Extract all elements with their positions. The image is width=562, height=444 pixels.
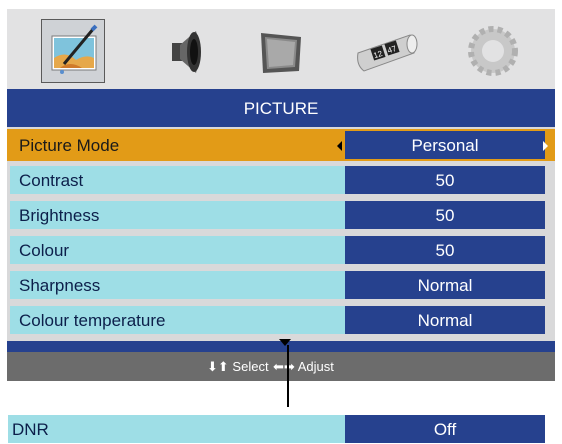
row-label: Sharpness xyxy=(10,271,345,299)
adjust-hint-label: Adjust xyxy=(297,359,334,374)
connector-line xyxy=(287,345,289,407)
scroll-down-icon[interactable] xyxy=(279,339,291,346)
menu-row-contrast[interactable]: Contrast 50 xyxy=(7,164,555,196)
row-value[interactable]: 50 xyxy=(345,236,545,264)
row-label: Brightness xyxy=(10,201,345,229)
arrow-left-right-icon: ⬅➡ xyxy=(273,359,295,374)
osd-menu: 12 47 PICTURE Picture Mode Personal Cont… xyxy=(7,9,555,381)
row-label: Picture Mode xyxy=(10,131,345,159)
row-value[interactable]: 50 xyxy=(345,166,545,194)
clock-icon: 12 47 xyxy=(357,34,418,72)
select-hint-label: Select xyxy=(232,359,269,374)
menu-tab-bar: 12 47 xyxy=(7,9,555,89)
menu-footer: ⬇⬆ Select ⬅➡ Adjust xyxy=(7,352,555,381)
menu-row-sharpness[interactable]: Sharpness Normal xyxy=(7,269,555,301)
row-value[interactable]: Personal xyxy=(345,131,545,159)
menu-row-colour[interactable]: Colour 50 xyxy=(7,234,555,266)
gear-icon xyxy=(468,26,518,76)
picture-icon xyxy=(51,24,98,74)
arrow-up-down-icon: ⬇⬆ xyxy=(207,359,229,374)
monitor-icon xyxy=(261,33,301,73)
row-label: Colour temperature xyxy=(10,306,345,334)
row-label: Contrast xyxy=(10,166,345,194)
arrow-right-icon[interactable] xyxy=(543,141,548,151)
row-value[interactable]: 50 xyxy=(345,201,545,229)
menu-row-dnr[interactable]: DNR Off xyxy=(8,415,554,443)
tab-picture[interactable] xyxy=(41,19,105,83)
menu-title: PICTURE xyxy=(7,89,555,127)
tab-screen[interactable] xyxy=(249,19,313,83)
menu-row-colour-temperature[interactable]: Colour temperature Normal xyxy=(7,304,555,336)
adjust-hint: ⬅➡ Adjust xyxy=(273,352,334,381)
tab-sound[interactable] xyxy=(150,19,214,83)
row-value[interactable]: Normal xyxy=(345,306,545,334)
row-label: Colour xyxy=(10,236,345,264)
select-hint: ⬇⬆ Select xyxy=(207,352,269,381)
tab-setup[interactable] xyxy=(461,19,525,83)
speaker-icon xyxy=(172,31,201,73)
menu-row-picture-mode[interactable]: Picture Mode Personal xyxy=(7,129,555,161)
menu-row-brightness[interactable]: Brightness 50 xyxy=(7,199,555,231)
row-value[interactable]: Normal xyxy=(345,271,545,299)
row-value[interactable]: Off xyxy=(345,415,545,443)
tab-time[interactable]: 12 47 xyxy=(352,19,418,83)
row-label: DNR xyxy=(8,415,345,443)
arrow-left-icon[interactable] xyxy=(337,141,342,151)
